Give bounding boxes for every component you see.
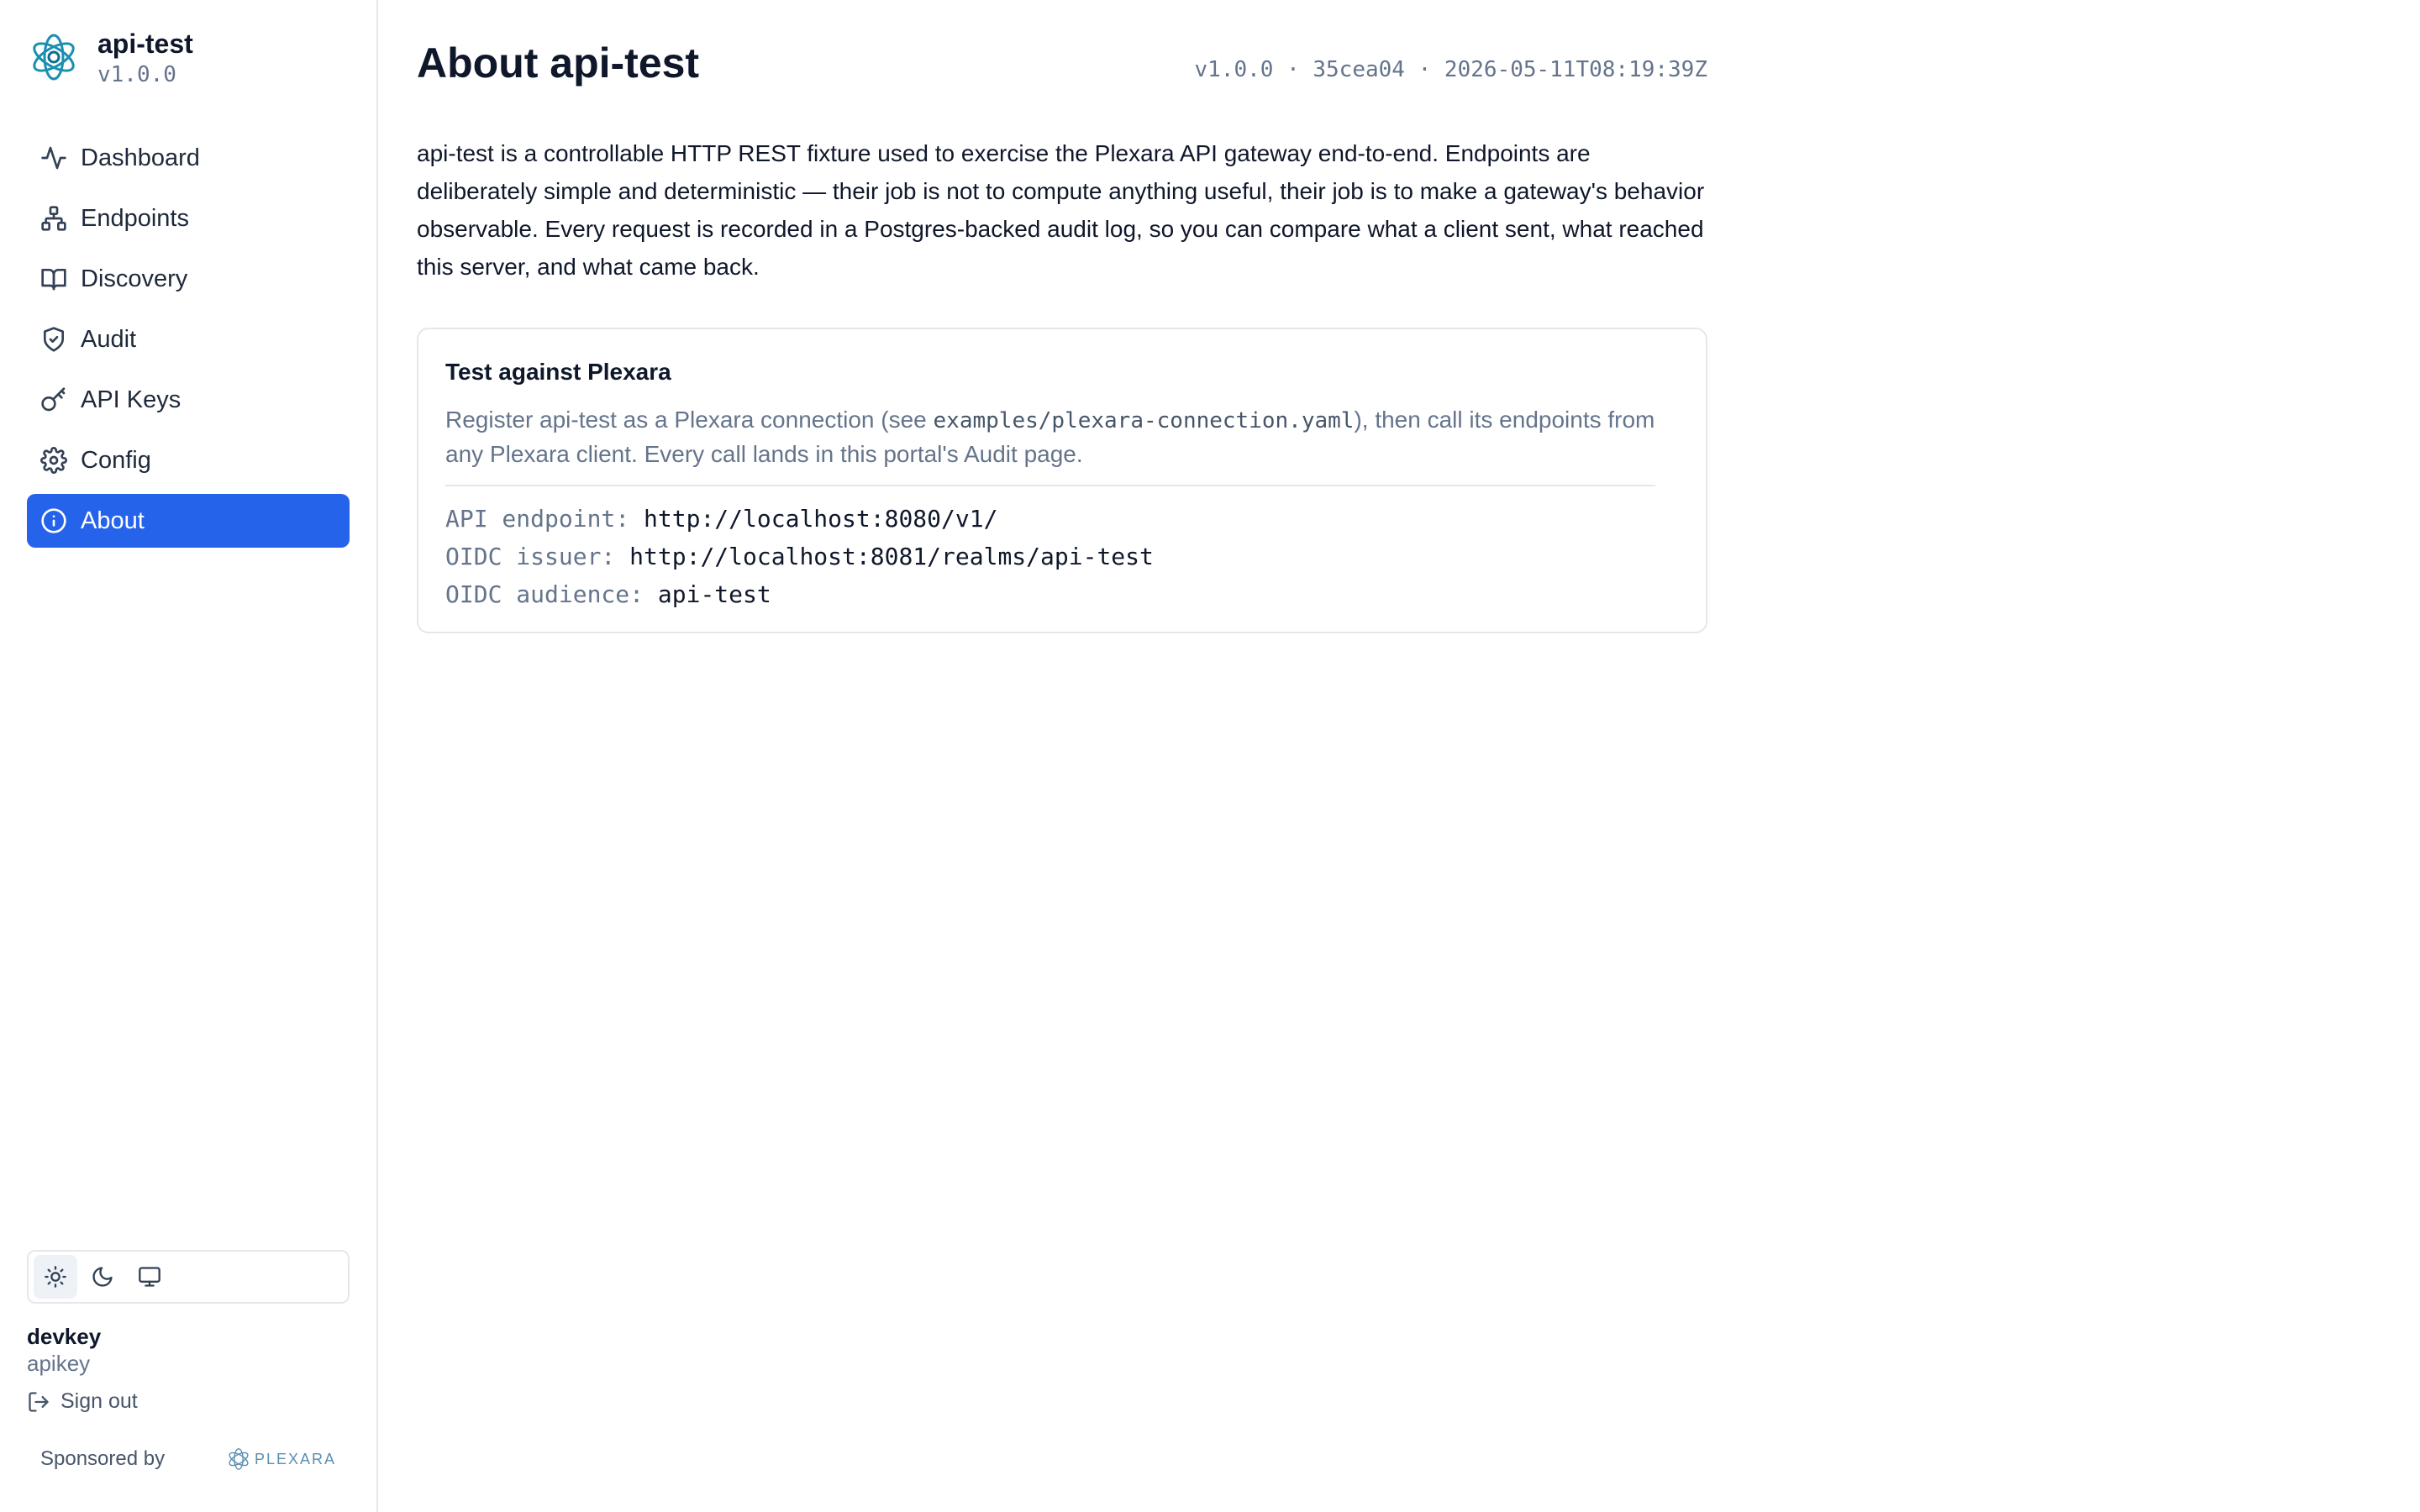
build-version: v1.0.0 [1194,57,1274,82]
theme-dark-button[interactable] [81,1255,124,1299]
about-description: api-test is a controllable HTTP REST fix… [417,140,1705,280]
theme-light-button[interactable] [34,1255,77,1299]
sidebar-item-about[interactable]: About [27,494,350,548]
oidc-audience-row: OIDC audience: api-test [445,575,1679,613]
oidc-audience-value: api-test [657,580,771,608]
detail-key: API endpoint: [445,505,630,533]
sponsor-footer: Sponsored by PLEXARA [40,1446,336,1472]
page-title: About api-test [417,39,700,87]
oidc-issuer-value: http://localhost:8081/realms/api-test [629,543,1154,570]
card-title: Test against Plexara [445,359,671,385]
plexara-logo-icon [229,1448,249,1470]
plexara-logo-icon [33,34,75,81]
config-file-path: examples/plexara-connection.yaml [933,408,1355,433]
activity-icon [39,143,69,173]
info-icon [39,506,69,536]
theme-system-button[interactable] [128,1255,171,1299]
oidc-issuer-row: OIDC issuer: http://localhost:8081/realm… [445,538,1679,575]
sidebar-item-label: Audit [81,325,137,353]
detail-key: OIDC audience: [445,580,644,608]
user-name: devkey [27,1324,102,1349]
book-icon [39,264,69,294]
plexara-test-card: Test against Plexara Register api-test a… [417,328,1707,633]
app-version: v1.0.0 [97,62,176,87]
theme-switcher [27,1250,350,1304]
key-icon [39,385,69,415]
network-icon [39,203,69,234]
sign-out-label: Sign out [60,1389,138,1413]
gear-icon [39,445,69,475]
sign-out-button[interactable]: Sign out [27,1389,138,1414]
monitor-icon [139,1267,160,1287]
sidebar-item-label: API Keys [81,386,182,413]
sidebar-item-dashboard[interactable]: Dashboard [27,131,350,185]
sidebar-item-config[interactable]: Config [27,433,350,487]
build-separator: · [1286,57,1300,82]
user-auth-type: apikey [27,1351,91,1376]
build-info: v1.0.0 · 35cea04 · 2026-05-11T08:19:39Z [1194,57,1707,82]
sun-icon [45,1266,66,1288]
build-separator: · [1418,57,1432,82]
sidebar-item-label: Config [81,446,151,474]
detail-key: OIDC issuer: [445,543,616,570]
sidebar: api-test v1.0.0 Dashboard Endpoints Disc… [0,0,378,1512]
app-name: api-test [97,29,193,59]
connection-details: API endpoint: http://localhost:8080/v1/ … [445,500,1679,613]
sidebar-item-label: Endpoints [81,204,189,232]
sponsor-logo[interactable]: PLEXARA [226,1446,336,1472]
sidebar-item-discovery[interactable]: Discovery [27,252,350,306]
sidebar-nav: Dashboard Endpoints Discovery Audit API … [27,131,350,554]
shield-check-icon [39,324,69,354]
build-commit: 35cea04 [1313,57,1405,82]
sidebar-item-label: About [81,507,145,534]
sidebar-item-label: Discovery [81,265,188,292]
build-timestamp: 2026-05-11T08:19:39Z [1444,57,1707,82]
sidebar-item-api-keys[interactable]: API Keys [27,373,350,427]
sidebar-item-endpoints[interactable]: Endpoints [27,192,350,245]
sponsor-label: Sponsored by [40,1447,166,1470]
brand[interactable]: api-test v1.0.0 [27,27,193,89]
log-out-icon [29,1391,49,1412]
sponsor-logo-text: PLEXARA [254,1450,336,1467]
api-endpoint-row: API endpoint: http://localhost:8080/v1/ [445,500,1679,538]
card-text-part: Register api-test as a Plexara connectio… [445,407,934,433]
card-description: Register api-test as a Plexara connectio… [445,403,1655,486]
moon-icon [92,1267,113,1287]
sidebar-item-audit[interactable]: Audit [27,312,350,366]
api-endpoint-value: http://localhost:8080/v1/ [644,505,998,533]
sidebar-item-label: Dashboard [81,144,200,171]
